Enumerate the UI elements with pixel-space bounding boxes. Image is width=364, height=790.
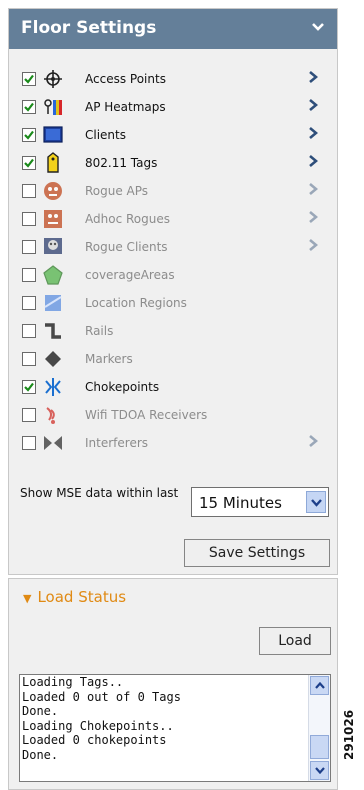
mse-time-select-value: 15 Minutes [199,494,282,512]
log-line: Loading Chokepoints.. [22,718,174,733]
layer-label: Chokepoints [85,380,160,394]
load-status-toggle[interactable]: ▼ Load Status [23,588,126,606]
layer-checkbox[interactable] [22,352,36,366]
layer-label: coverageAreas [85,268,175,282]
rogue-client-icon [42,236,64,258]
chevron-right-icon[interactable] [308,183,319,199]
rail-icon [42,320,64,342]
coverage-area-icon [42,264,64,286]
scrollbar-thumb[interactable] [310,735,329,759]
mse-data-label: Show MSE data within last [20,486,179,500]
layer-label: Location Regions [85,296,187,310]
layer-checkbox[interactable] [22,268,36,282]
chevron-right-icon[interactable] [308,155,319,171]
adhoc-rogue-icon [42,208,64,230]
load-status-title: Load Status [37,588,127,606]
log-line: Done. [22,704,59,718]
mse-time-select[interactable]: 15 Minutes [191,487,329,517]
layer-row[interactable]: Location Regions [9,291,337,319]
layer-checkbox[interactable] [22,324,36,338]
heatmap-icon [42,96,64,118]
chevron-right-icon[interactable] [308,435,319,451]
layer-checkbox[interactable] [22,408,36,422]
log-line: Loading Tags.. [22,675,124,689]
layer-row[interactable]: Clients [9,123,337,151]
layer-row[interactable]: 802.11 Tags [9,151,337,179]
floor-settings-panel: Floor Settings Access Points AP Heatmaps C… [8,8,338,575]
chevron-right-icon[interactable] [308,239,319,255]
load-status-panel: ▼ Load Status Load Loading Tags.. Loaded 0… [8,578,338,790]
floor-settings-title: Floor Settings [21,18,157,38]
layer-label: Wifi TDOA Receivers [85,408,208,422]
layer-label: Rails [85,324,114,338]
access-point-icon [42,68,64,90]
chevron-right-icon[interactable] [308,71,319,87]
floor-settings-header[interactable]: Floor Settings [9,9,337,49]
client-icon [42,124,64,146]
layer-label: Access Points [85,72,166,86]
location-region-icon [42,292,64,314]
caret-down-icon: ▼ [23,592,32,605]
layer-checkbox[interactable] [22,156,36,170]
layer-row[interactable]: Wifi TDOA Receivers [9,403,337,431]
layer-label: Markers [85,352,133,366]
layer-checkbox[interactable] [22,184,36,198]
chokepoint-icon [42,376,64,398]
layer-label: 802.11 Tags [85,156,158,170]
layer-checkbox[interactable] [22,436,36,450]
log-line: Done. [22,747,59,762]
layer-row[interactable]: Access Points [9,67,337,95]
load-log-textarea[interactable]: Loading Tags.. Loaded 0 out of 0 Tags Done… [19,674,331,782]
layer-checkbox[interactable] [22,240,36,254]
load-button[interactable]: Load [259,627,331,655]
layer-row[interactable]: Rails [9,319,337,347]
layer-row[interactable]: Rogue APs [9,179,337,207]
marker-icon [42,348,64,370]
layer-checkbox[interactable] [22,212,36,226]
layer-label: AP Heatmaps [85,100,166,114]
chevron-down-icon[interactable] [311,20,325,38]
rogue-ap-icon [42,180,64,202]
tag-icon [42,152,64,174]
layer-checkbox[interactable] [22,380,36,394]
layer-checkbox[interactable] [22,128,36,142]
chevron-down-icon[interactable] [306,491,326,513]
log-line: Loaded 0 out of 0 Tags [22,689,181,704]
layer-label: Rogue Clients [85,240,168,254]
log-line: Loaded 0 chokepoints [22,733,167,747]
layer-label: Adhoc Rogues [85,212,170,226]
interferer-icon [42,432,64,454]
layer-row[interactable]: Adhoc Rogues [9,207,337,235]
layer-checkbox[interactable] [22,72,36,86]
layer-row[interactable]: Chokepoints [9,375,337,403]
layer-row[interactable]: Rogue Clients [9,235,337,263]
layer-label: Interferers [85,436,149,450]
layer-row[interactable]: Interferers [9,431,337,459]
layer-label: Rogue APs [85,184,149,198]
layer-row[interactable]: AP Heatmaps [9,95,337,123]
layer-checkbox[interactable] [22,296,36,310]
wifi-tdoa-receiver-icon [42,404,64,426]
save-settings-button[interactable]: Save Settings [184,539,330,567]
chevron-right-icon[interactable] [308,211,319,227]
layer-checkbox[interactable] [22,100,36,114]
layer-row[interactable]: Markers [9,347,337,375]
log-scrollbar[interactable] [308,675,330,781]
layer-label: Clients [85,128,126,142]
figure-id: 291026 [342,709,356,760]
scroll-up-icon[interactable] [310,676,329,695]
chevron-right-icon[interactable] [308,99,319,115]
load-log-lines: Loading Tags.. Loaded 0 out of 0 Tags Done… [22,675,306,762]
chevron-right-icon[interactable] [308,127,319,143]
scroll-down-icon[interactable] [310,761,329,780]
layer-row[interactable]: coverageAreas [9,263,337,291]
